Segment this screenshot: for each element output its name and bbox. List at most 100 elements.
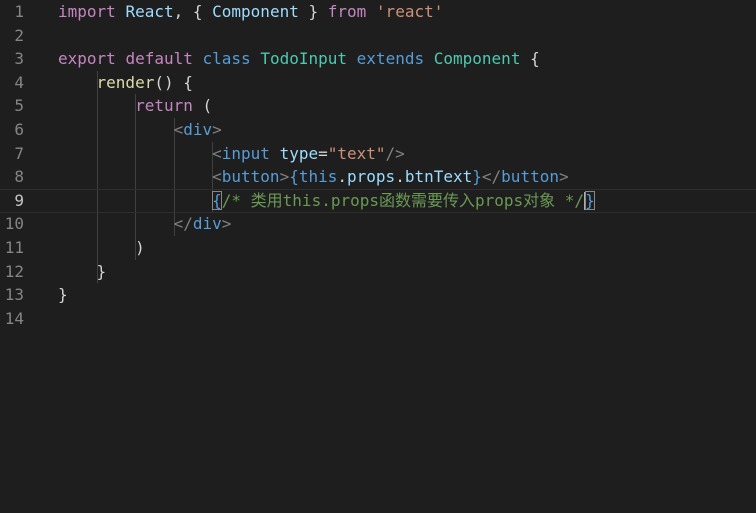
code-text: <button>{this.props.btnText}</button> <box>58 165 569 189</box>
code-token: < <box>212 167 222 187</box>
code-text: <div> <box>58 118 222 142</box>
code-token: default <box>125 49 193 69</box>
code-line[interactable]: 10 </div> <box>0 212 756 236</box>
code-token: div <box>192 214 222 234</box>
code-token: Component <box>212 2 299 21</box>
line-number: 6 <box>14 120 24 139</box>
line-number: 1 <box>14 2 24 21</box>
line-number: 9 <box>14 190 24 210</box>
code-token: { <box>520 49 540 69</box>
code-line[interactable]: 3 export default class TodoInput extends … <box>0 47 756 71</box>
code-token: type <box>279 143 319 163</box>
line-number: 12 <box>4 261 24 281</box>
code-token: import <box>58 2 116 21</box>
line-number: 14 <box>4 308 24 328</box>
code-text: } <box>58 283 68 307</box>
code-text: ) <box>58 236 145 260</box>
code-token: return <box>135 96 193 116</box>
code-token: button <box>221 167 280 187</box>
code-line[interactable]: 2 <box>0 24 756 48</box>
code-token: } <box>472 167 482 187</box>
code-token: Component <box>433 49 521 69</box>
code-token: /> <box>385 143 405 163</box>
code-token: render <box>96 72 155 92</box>
code-token: ( <box>192 96 213 116</box>
code-text: } <box>58 260 107 284</box>
code-token: extends <box>356 49 425 69</box>
code-line[interactable]: 5 return ( <box>0 94 756 118</box>
code-token: < <box>173 120 184 139</box>
code-token: 'react' <box>375 2 444 21</box>
code-text: return ( <box>58 94 212 118</box>
code-token: , { <box>173 2 213 21</box>
code-editor[interactable]: 1 import React, { Component } from 'react… <box>0 0 756 513</box>
code-token: } <box>298 2 328 21</box>
code-line[interactable]: 4 render() { <box>0 71 756 95</box>
code-token: ) <box>58 238 145 257</box>
bracket-match-token: } <box>585 190 595 210</box>
code-token: btnText <box>404 167 473 187</box>
code-token: > <box>212 120 222 139</box>
code-token: button <box>501 167 559 187</box>
code-token: from <box>327 2 367 21</box>
code-token: > <box>558 167 569 187</box>
code-line[interactable]: 13} <box>0 283 756 307</box>
code-line[interactable]: 12 } <box>0 260 756 284</box>
code-token: props <box>347 167 396 187</box>
code-token: input <box>221 143 270 163</box>
code-text: render() { <box>58 71 193 95</box>
code-token: . <box>395 167 405 187</box>
code-text: <input type="text"/> <box>58 142 405 166</box>
code-token: } <box>58 285 68 305</box>
code-token: /* 类用this.props函数需要传入props对象 */ <box>221 190 585 210</box>
code-token: { <box>289 167 299 187</box>
code-token: div <box>183 120 213 139</box>
code-line[interactable]: 7 <input type="text"/> <box>0 142 756 166</box>
line-number: 13 <box>4 285 24 305</box>
code-token: } <box>58 261 107 281</box>
code-token: () { <box>154 72 193 92</box>
code-line[interactable]: 9 {/* 类用this.props函数需要传入props对象 */} <box>0 188 756 213</box>
code-line[interactable]: 6 <div> <box>0 118 756 142</box>
code-text: export default class TodoInput extends C… <box>58 47 540 71</box>
code-text: {/* 类用this.props函数需要传入props对象 */} <box>58 190 595 212</box>
line-number: 10 <box>4 214 24 234</box>
code-text: import React, { Component } from 'react' <box>58 0 443 24</box>
line-number: 5 <box>14 96 24 116</box>
bracket-match-token: { <box>212 190 222 210</box>
code-token: this <box>298 167 338 187</box>
code-line[interactable]: 11 ) <box>0 236 756 260</box>
line-number: 8 <box>14 167 24 187</box>
code-token: . <box>337 167 348 187</box>
code-token: < <box>212 143 222 163</box>
line-number: 3 <box>14 49 24 69</box>
code-line[interactable]: 14 <box>0 307 756 331</box>
code-token: > <box>221 214 232 234</box>
code-text: </div> <box>58 212 232 236</box>
code-line[interactable]: 1 import React, { Component } from 'react… <box>0 0 756 24</box>
line-number: 11 <box>4 238 24 257</box>
code-token: React <box>125 2 174 21</box>
code-token: </ <box>173 214 193 234</box>
line-number: 7 <box>14 143 24 163</box>
code-line[interactable]: 8 <button>{this.props.btnText}</button> <box>0 165 756 189</box>
line-number: 2 <box>14 25 24 45</box>
line-number: 4 <box>14 72 24 92</box>
code-token: = <box>318 143 328 163</box>
code-token: > <box>279 167 290 187</box>
code-token: "text" <box>327 143 386 163</box>
code-token: export <box>58 49 116 69</box>
code-token: TodoInput <box>260 49 348 69</box>
